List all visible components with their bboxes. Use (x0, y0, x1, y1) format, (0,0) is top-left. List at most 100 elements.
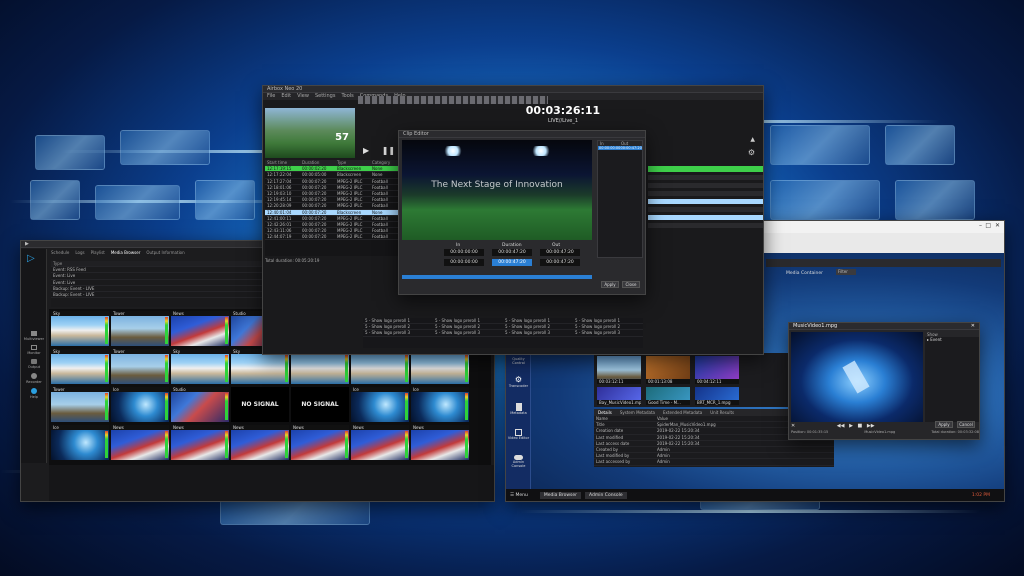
tool-admin-console[interactable]: Admin Console (506, 455, 531, 468)
monitor-tile[interactable]: Tower (51, 387, 109, 422)
monitor-tile[interactable]: Ice (51, 425, 109, 460)
list-item[interactable]: ▸ Event (925, 337, 979, 342)
sidebar-item-multiviewer[interactable]: Multiviewer (23, 331, 45, 341)
apply-button[interactable]: Apply (601, 281, 619, 288)
sidebar-item-monitor[interactable]: Monitor (23, 345, 45, 355)
tab-logs[interactable]: Logs (75, 250, 84, 256)
close-icon[interactable]: ✕ (995, 222, 1000, 229)
audio-meter (105, 393, 108, 420)
monitor-tile[interactable]: Studio (171, 387, 229, 422)
stadium-light-right (530, 146, 552, 156)
tool-transcoder[interactable]: ⚙ Transcoder (506, 375, 531, 388)
monitor-tile[interactable]: Tower (111, 349, 169, 384)
close-icon[interactable]: ✕ (971, 323, 975, 330)
monitor-tile[interactable]: Sky (51, 349, 109, 384)
monitor-tile[interactable]: Ice (351, 387, 409, 422)
clip-thumbnail[interactable]: 00:01:13:08 (646, 356, 690, 384)
monitor-icon (31, 345, 37, 350)
label-duration: Duration (502, 243, 522, 248)
tool-metadata[interactable]: Metadata (506, 403, 531, 415)
tab-extended-metadata[interactable]: Extended Metadata (663, 410, 702, 415)
table-row[interactable]: 5 - Show logo preroll 35 - Show logo pre… (363, 330, 643, 337)
audio-meter (465, 355, 468, 382)
monitor-tile[interactable]: News (411, 425, 469, 460)
filter-field[interactable]: Filter (836, 269, 856, 275)
taskbar-item-media-browser[interactable]: Media Browser (539, 491, 582, 499)
column-header-start[interactable]: Start time (265, 160, 300, 165)
sidebar-item-output[interactable]: Output (23, 359, 45, 369)
monitor-tile[interactable]: Ice (111, 387, 169, 422)
timecode-out[interactable]: 00:00:47:20 (540, 249, 580, 256)
menu-file[interactable]: File (267, 93, 275, 100)
tool-video-editor[interactable]: Video Editor (506, 429, 531, 440)
monitor-tile[interactable]: News (291, 425, 349, 460)
table-row[interactable]: 00:00:00:00 00:00:47:20 (598, 146, 642, 150)
live-preview[interactable]: 57 (265, 108, 355, 158)
table-row[interactable]: 12:44:07:19 00:00:07:20 MPEG-2 IPLC Footbal… (265, 234, 405, 241)
minimize-icon[interactable]: – (979, 222, 982, 229)
logo-icon: ▷ (27, 253, 35, 264)
player-video[interactable] (791, 332, 923, 422)
no-signal-tile[interactable]: NO SIGNAL (231, 387, 289, 422)
tab-schedule[interactable]: Schedule (51, 250, 69, 256)
sidebar-item-help[interactable]: Help (23, 388, 45, 399)
skip-back-icon[interactable]: ◀◀ (837, 423, 845, 429)
menu-tools[interactable]: Tools (341, 93, 353, 100)
tab-output-information[interactable]: Output Information (146, 250, 184, 256)
close-button[interactable]: Close (622, 281, 640, 288)
taskbar-item-admin-console[interactable]: Admin Console (585, 491, 627, 499)
monitor-tile[interactable]: News (231, 425, 289, 460)
tab-playlist[interactable]: Playlist (91, 250, 105, 256)
player-window: MusicVideo1.mpg ✕ Show ▸ Event ✕ ◀◀ ▶ ■ … (788, 322, 980, 440)
gear-icon[interactable]: ⚙ (748, 148, 755, 157)
no-signal-tile[interactable]: NO SIGNAL (291, 387, 349, 422)
clip-thumbnail[interactable]: Bay_MusicVideo1.mpg (597, 387, 641, 405)
column-header-type[interactable]: Type (51, 261, 271, 266)
monitor-tile[interactable]: News (351, 425, 409, 460)
tool-quality-control[interactable]: Quality Control (506, 357, 531, 365)
monitor-tile[interactable]: Tower (111, 311, 169, 346)
timecode-in[interactable]: 00:00:00:00 (444, 249, 484, 256)
timecode-out-2[interactable]: 00:00:47:20 (540, 259, 580, 266)
audio-meter (285, 355, 288, 382)
timecode-in-2[interactable]: 00:00:00:00 (444, 259, 484, 266)
menu-button[interactable]: ☰ Menu (506, 493, 532, 498)
monitor-tile[interactable]: Sky (171, 349, 229, 384)
menu-edit[interactable]: Edit (281, 93, 291, 100)
stadium-light-left (442, 146, 464, 156)
column-header-duration[interactable]: Duration (300, 160, 335, 165)
monitor-tile[interactable]: Ice (411, 387, 469, 422)
monitor-tile[interactable]: News (111, 425, 169, 460)
audio-meter (165, 431, 168, 458)
apply-button[interactable]: Apply (935, 421, 953, 428)
tab-unit-results[interactable]: Unit Results (710, 410, 734, 415)
maximize-icon[interactable]: □ (985, 222, 991, 229)
pause-icon[interactable]: ❚❚ (382, 146, 395, 155)
tab-system-metadata[interactable]: System Metadata (620, 410, 655, 415)
monitor-tile[interactable]: News (171, 311, 229, 346)
timecode-duration-2[interactable]: 00:00:47:20 (492, 259, 532, 266)
play-icon[interactable]: ▶ (363, 146, 369, 155)
transport-controls: ▶ ❚❚ (363, 146, 403, 156)
close-icon[interactable]: ✕ (791, 423, 795, 429)
clip-thumbnail[interactable]: Good Time - M... (646, 387, 690, 405)
column-header-type[interactable]: Type (335, 160, 370, 165)
timecode-duration[interactable]: 00:00:47:20 (492, 249, 532, 256)
monitor-tile[interactable]: Sky (51, 311, 109, 346)
clip-thumbnail[interactable]: 00:03:12:11 (597, 356, 641, 384)
up-icon[interactable]: ▲ (750, 136, 755, 143)
tab-details[interactable]: Details (598, 410, 612, 415)
tab-media-browser[interactable]: Media Browser (111, 250, 141, 256)
stop-icon[interactable]: ■ (858, 423, 863, 429)
clip-preview[interactable]: The Next Stage of Innovation (402, 140, 592, 240)
skip-forward-icon[interactable]: ▶▶ (867, 423, 875, 429)
menu-settings[interactable]: Settings (315, 93, 336, 100)
monitor-tile[interactable]: News (171, 425, 229, 460)
scrub-bar[interactable] (402, 275, 592, 279)
sidebar-item-recorder[interactable]: Recorder (23, 373, 45, 384)
play-icon[interactable]: ▶ (849, 423, 853, 429)
clip-thumbnail[interactable]: 00:04:12:11 (695, 356, 739, 384)
cancel-button[interactable]: Cancel (957, 421, 975, 428)
clip-thumbnail[interactable]: BRT_MCR_1.mpg (695, 387, 739, 405)
menu-view[interactable]: View (297, 93, 309, 100)
